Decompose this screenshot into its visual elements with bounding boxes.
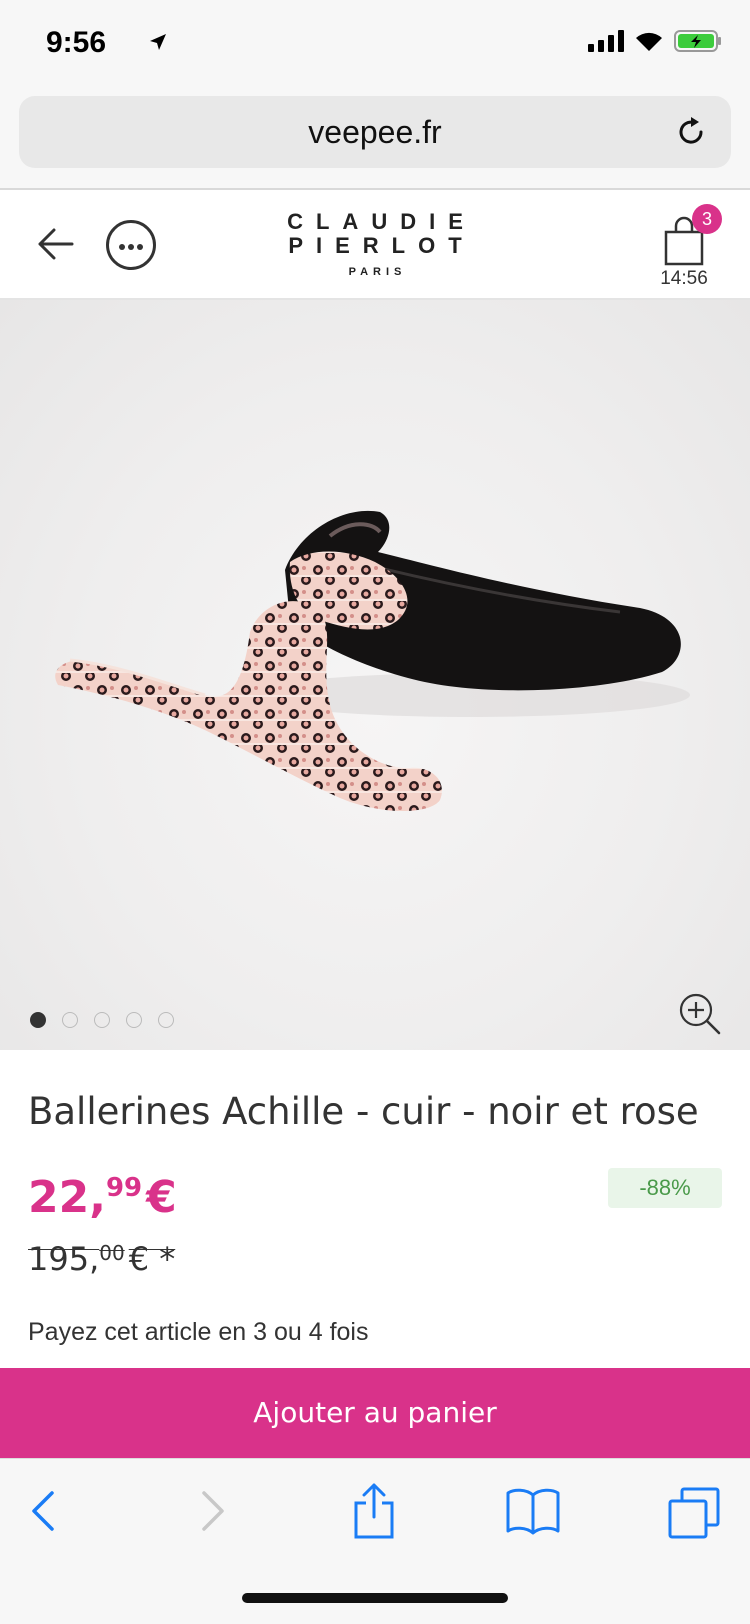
gallery-dot-3[interactable] [94, 1012, 110, 1028]
product-title: Ballerines Achille - cuir - noir et rose [28, 1090, 699, 1133]
gallery-dot-1[interactable] [30, 1012, 46, 1028]
logo-line-1: CLAUDIE [287, 209, 476, 234]
battery-icon [674, 30, 721, 52]
current-price: 22,99€ [28, 1172, 177, 1223]
zoom-in-icon[interactable] [678, 992, 722, 1036]
bookmarks-icon[interactable] [506, 1487, 560, 1535]
reload-icon[interactable] [673, 114, 709, 150]
cart-button[interactable]: 3 14:56 [654, 204, 722, 292]
wifi-icon [636, 32, 662, 51]
gallery-pagination [30, 1012, 174, 1028]
gallery-dot-4[interactable] [126, 1012, 142, 1028]
add-to-cart-button[interactable]: Ajouter au panier [0, 1368, 750, 1458]
status-bar: 9:56 [0, 0, 750, 90]
browser-toolbar: veepee.fr [0, 90, 750, 190]
gallery-dot-2[interactable] [62, 1012, 78, 1028]
location-arrow-icon [150, 34, 166, 50]
old-price-decimal: 00 [99, 1241, 125, 1265]
signal-icon [588, 30, 624, 52]
discount-badge: -88% [608, 1168, 722, 1208]
brand-logo[interactable]: CLAUDIE PIERLOT PARIS [0, 209, 750, 279]
status-time: 9:56 [46, 26, 107, 59]
address-bar[interactable]: veepee.fr [19, 96, 731, 168]
browser-back-icon[interactable] [28, 1489, 60, 1533]
url-text: veepee.fr [308, 114, 442, 150]
tabs-icon[interactable] [668, 1487, 720, 1539]
share-icon[interactable] [352, 1483, 396, 1539]
logo-line-2: PIERLOT [288, 233, 475, 258]
site-header: CLAUDIE PIERLOT PARIS 3 14:56 [0, 190, 750, 300]
price-decimal: 99 [105, 1173, 143, 1203]
old-price-integer: 195, [28, 1240, 100, 1278]
price-currency: € [146, 1172, 177, 1223]
cart-count-badge: 3 [692, 204, 722, 234]
original-price: 195,00 € * [28, 1240, 175, 1278]
browser-forward-icon[interactable] [196, 1489, 228, 1533]
old-price-currency: € * [128, 1240, 176, 1278]
product-image-gallery[interactable] [0, 300, 750, 1050]
cart-timer: 14:56 [660, 268, 708, 289]
price-integer: 22, [28, 1172, 106, 1223]
home-indicator[interactable] [242, 1593, 508, 1603]
gallery-dot-5[interactable] [158, 1012, 174, 1028]
logo-line-3: PARIS [348, 266, 407, 278]
product-photo [55, 510, 690, 812]
installments-text[interactable]: Payez cet article en 3 ou 4 fois [28, 1318, 368, 1347]
